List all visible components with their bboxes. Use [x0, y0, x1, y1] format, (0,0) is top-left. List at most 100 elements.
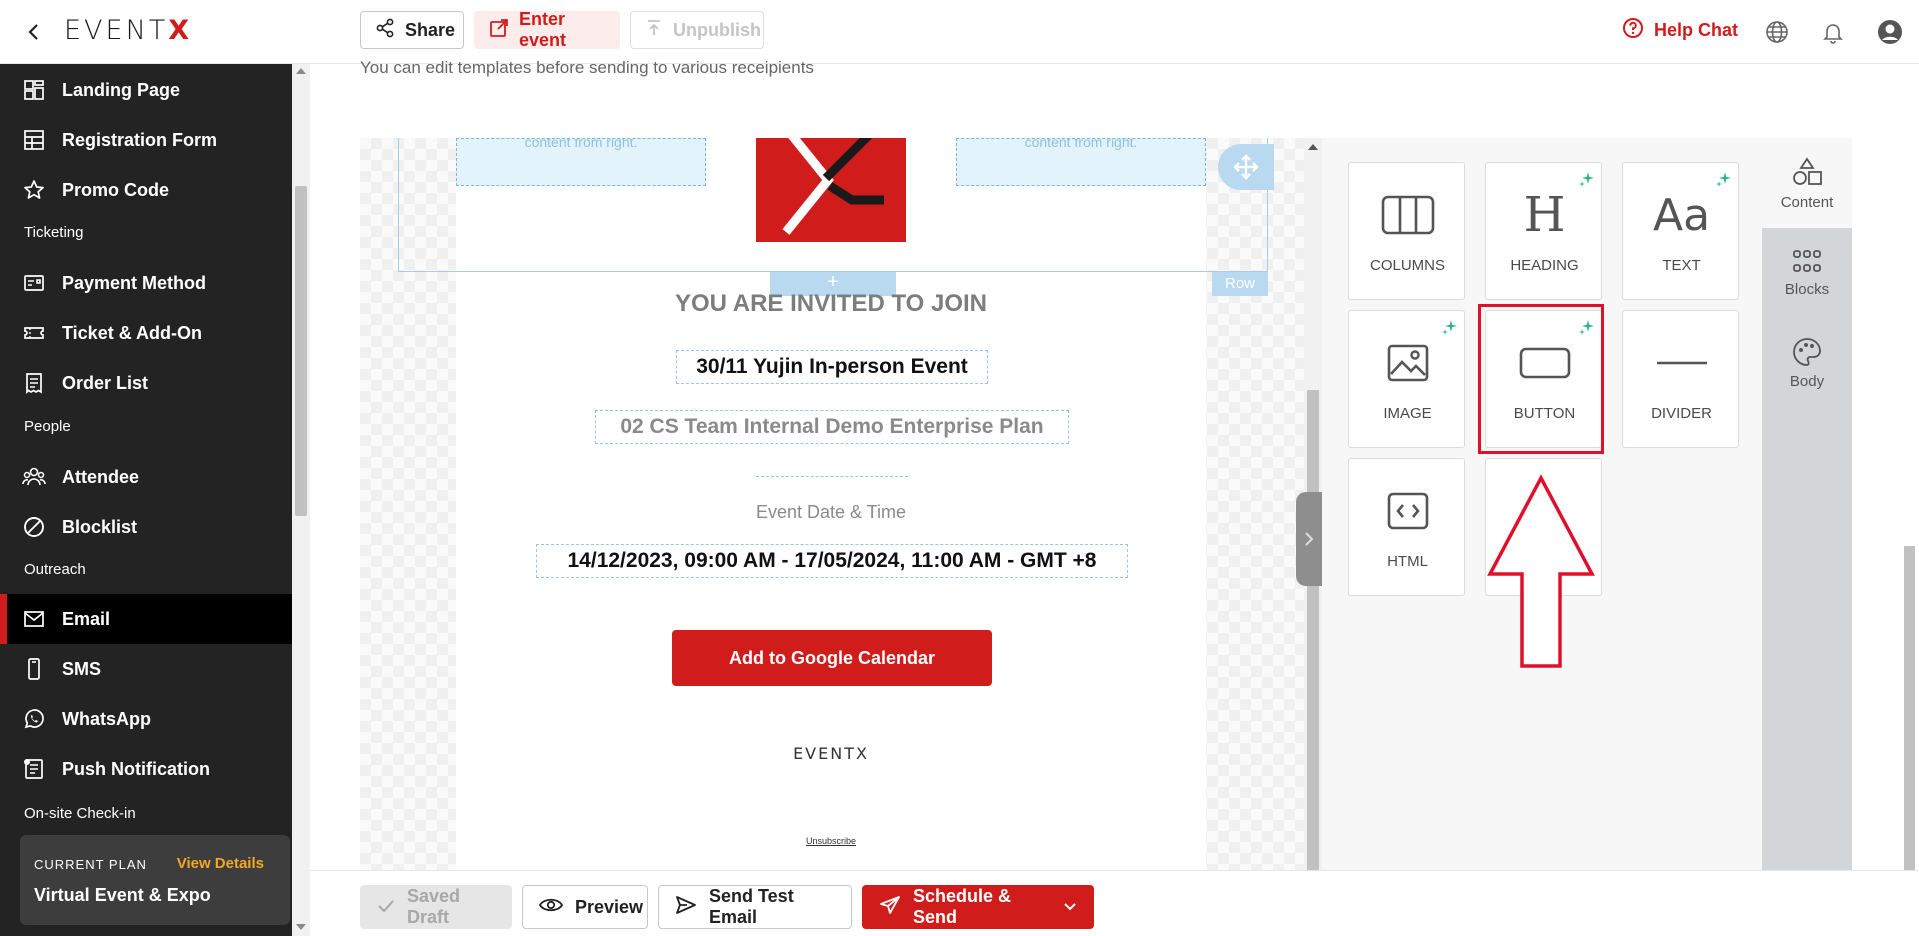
unsubscribe-link[interactable]: Unsubscribe — [456, 836, 1206, 846]
section-onsite-checkin: On-site Check-in — [24, 805, 136, 822]
check-icon — [377, 897, 395, 918]
bottom-action-bar: Saved Draft Preview Send Test Email Sche… — [310, 870, 1919, 936]
help-circle-icon — [1622, 17, 1644, 44]
ban-icon — [22, 515, 46, 539]
sidebar-item-sms[interactable]: SMS — [0, 644, 292, 694]
sidebar-item-promo-code[interactable]: Promo Code — [0, 165, 292, 215]
mail-icon — [22, 607, 46, 631]
view-details-link[interactable]: View Details — [177, 855, 264, 872]
back-icon[interactable] — [20, 18, 48, 46]
footer-logo: EVENTX — [793, 744, 869, 763]
tile-label: IMAGE — [1383, 405, 1432, 422]
bell-icon[interactable] — [1818, 17, 1848, 47]
users-icon — [22, 465, 46, 489]
sidebar-item-landing-page[interactable]: Landing Page — [0, 65, 292, 115]
tile-unlabeled[interactable] — [1485, 458, 1602, 596]
eventx-logo[interactable]: EVENTX — [64, 14, 192, 46]
rail-tab-blocks[interactable]: Blocks — [1762, 228, 1852, 318]
add-to-google-calendar-button[interactable]: Add to Google Calendar — [672, 630, 992, 686]
scroll-up-icon[interactable] — [296, 68, 306, 74]
tile-label: DIVIDER — [1651, 405, 1712, 422]
help-chat-label: Help Chat — [1654, 20, 1739, 40]
sidebar-item-label: SMS — [62, 658, 102, 679]
tile-divider[interactable]: DIVIDER — [1622, 310, 1739, 448]
send-icon — [675, 895, 697, 920]
tile-label: BUTTON — [1513, 405, 1576, 422]
event-date-label[interactable]: Event Date & Time — [456, 502, 1206, 523]
scroll-up-icon[interactable] — [1308, 144, 1318, 150]
rail-label: Body — [1789, 372, 1825, 390]
top-bar: EVENTX Share Enter event Unpublish Help … — [0, 0, 1919, 64]
whatsapp-icon — [22, 707, 46, 731]
schedule-send-button[interactable]: Schedule & Send — [862, 885, 1094, 929]
section-ticketing: Ticketing — [24, 224, 84, 241]
sidebar-item-payment-method[interactable]: Payment Method — [0, 258, 292, 308]
tile-heading[interactable]: H HEADING — [1485, 162, 1602, 300]
email-editor-canvas[interactable]: content from right. content from right. … — [360, 138, 1304, 870]
sidebar-item-order-list[interactable]: Order List — [0, 358, 292, 408]
user-avatar-icon[interactable] — [1875, 17, 1905, 47]
receipt-icon — [22, 371, 46, 395]
sparkle-icon — [1579, 172, 1594, 187]
sidebar-item-label: WhatsApp — [62, 708, 151, 729]
sidebar-item-blocklist[interactable]: Blocklist — [0, 502, 292, 552]
sparkle-icon — [1716, 172, 1731, 187]
empty-column-placeholder[interactable]: content from right. — [956, 138, 1206, 186]
current-plan-card: CURRENT PLAN View Details Virtual Event … — [20, 835, 290, 925]
sidebar-item-label: Blocklist — [62, 516, 138, 537]
page-scrollbar[interactable] — [1900, 64, 1919, 936]
sidebar-item-label: Email — [62, 608, 111, 629]
invited-heading[interactable]: YOU ARE INVITED TO JOIN — [456, 290, 1206, 318]
schedule-send-label: Schedule & Send — [913, 886, 1012, 927]
scroll-down-icon[interactable] — [296, 924, 306, 930]
saved-draft-button[interactable]: Saved Draft — [360, 885, 512, 929]
heading-icon: H — [1523, 187, 1566, 243]
rail-tab-body[interactable]: Body — [1762, 318, 1852, 408]
share-label: Share — [405, 19, 456, 40]
empty-column-placeholder[interactable]: content from right. — [456, 138, 706, 186]
event-subtitle[interactable]: 02 CS Team Internal Demo Enterprise Plan — [595, 410, 1069, 444]
event-logo-image[interactable] — [756, 138, 906, 242]
section-people: People — [24, 418, 71, 435]
sidebar-scroll-thumb[interactable] — [295, 186, 307, 516]
preview-button[interactable]: Preview — [522, 885, 648, 929]
share-button[interactable]: Share — [360, 11, 464, 49]
enter-event-label: Enter event — [519, 9, 567, 50]
email-divider[interactable] — [756, 476, 908, 477]
event-datetime[interactable]: 14/12/2023, 09:00 AM - 17/05/2024, 11:00… — [536, 544, 1128, 578]
sidebar-item-registration-form[interactable]: Registration Form — [0, 115, 292, 165]
chevron-down-icon[interactable] — [1063, 902, 1077, 912]
sidebar-item-ticket-addon[interactable]: Ticket & Add-On — [0, 308, 292, 358]
ticket-icon — [22, 321, 46, 345]
sidebar-item-push-notification[interactable]: Push Notification — [0, 744, 292, 794]
tile-label: HTML — [1387, 553, 1428, 570]
sidebar-item-label: Promo Code — [62, 179, 170, 200]
sidebar-item-label: Payment Method — [62, 272, 207, 293]
tile-button[interactable]: BUTTON — [1485, 310, 1602, 448]
text-icon: Aa — [1652, 189, 1711, 241]
globe-icon[interactable] — [1762, 17, 1792, 47]
unpublish-button[interactable]: Unpublish — [630, 11, 764, 49]
rail-tab-content[interactable]: Content — [1762, 138, 1852, 228]
sidebar-item-whatsapp[interactable]: WhatsApp — [0, 694, 292, 744]
payment-card-icon — [22, 271, 46, 295]
canvas-scroll-thumb[interactable] — [1307, 390, 1319, 870]
event-title[interactable]: 30/11 Yujin In-person Event — [676, 350, 988, 384]
tile-html[interactable]: HTML — [1348, 458, 1465, 596]
send-test-email-button[interactable]: Send Test Email — [658, 885, 852, 929]
sidebar-item-email[interactable]: Email — [0, 594, 292, 644]
collapse-panel-button[interactable] — [1296, 492, 1322, 586]
tile-text[interactable]: Aa TEXT — [1622, 162, 1739, 300]
upload-icon — [645, 19, 663, 42]
layout-grid-icon — [22, 78, 46, 102]
sidebar-item-attendee[interactable]: Attendee — [0, 452, 292, 502]
help-chat-button[interactable]: Help Chat — [1622, 17, 1738, 44]
button-icon — [1486, 339, 1603, 387]
enter-event-button[interactable]: Enter event — [474, 9, 620, 50]
section-outreach: Outreach — [24, 561, 86, 578]
move-row-icon[interactable] — [1218, 144, 1274, 190]
send-icon — [879, 895, 901, 920]
tile-image[interactable]: IMAGE — [1348, 310, 1465, 448]
tile-columns[interactable]: COLUMNS — [1348, 162, 1465, 300]
sidebar-scrollbar[interactable] — [292, 64, 310, 936]
